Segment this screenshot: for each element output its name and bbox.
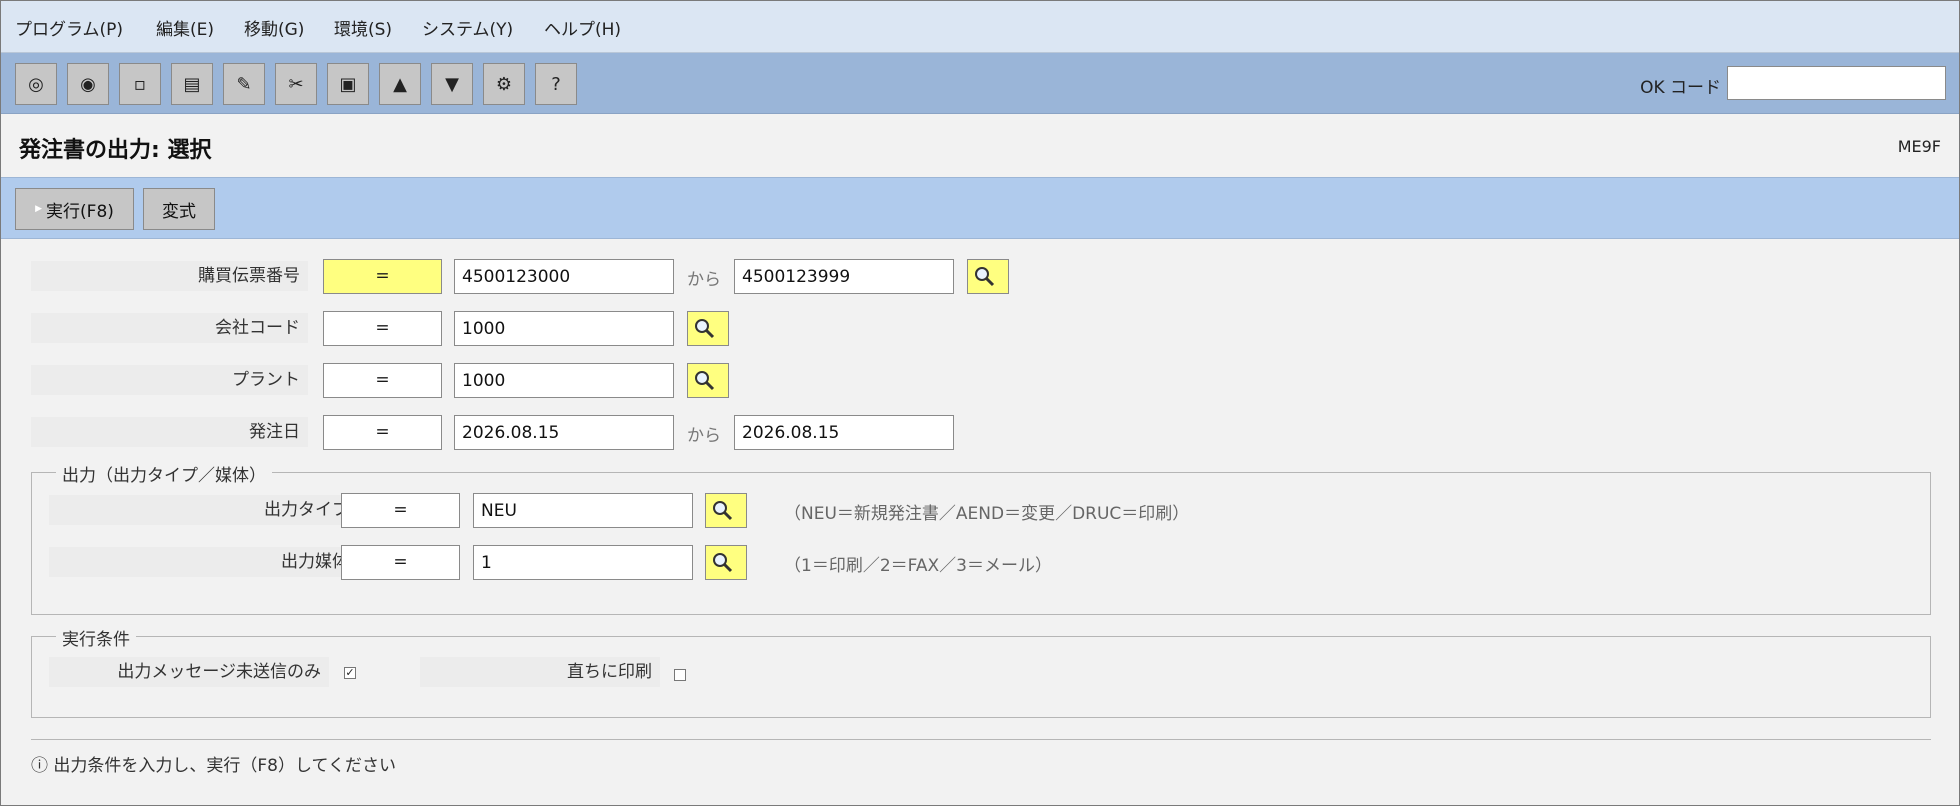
status-bar: ⓘ 出力条件を入力し、実行（F8）してください: [31, 751, 396, 776]
output-type-label: 出力タイプ: [49, 495, 357, 525]
plant-label: プラント: [31, 365, 308, 395]
edit-icon[interactable]: ✎: [223, 63, 265, 105]
cut-icon[interactable]: ✂: [275, 63, 317, 105]
print-immediately-label: 直ちに印刷: [420, 657, 660, 687]
menu-system[interactable]: システム(Y): [422, 15, 513, 40]
output-group: 出力（出力タイプ／媒体） 出力タイプ = （NEU＝新規発注書／AEND＝変更／…: [31, 461, 1931, 615]
sap-window: プログラム(P) 編集(E) 移動(G) 環境(S) システム(Y) ヘルプ(H…: [0, 0, 1960, 806]
page-title: 発注書の出力: 選択: [19, 138, 212, 163]
output-type-hint: （NEU＝新規発注書／AEND＝変更／DRUC＝印刷）: [784, 504, 1190, 524]
output-type-search-icon[interactable]: [705, 493, 747, 528]
order-date-label: 発注日: [31, 417, 308, 447]
menu-settings[interactable]: 環境(S): [334, 15, 392, 40]
order-date-operator[interactable]: =: [323, 415, 442, 450]
plant-search-icon[interactable]: [687, 363, 729, 398]
output-medium-label: 出力媒体: [49, 547, 357, 577]
menu-program[interactable]: プログラム(P): [15, 15, 123, 40]
plant-operator[interactable]: =: [323, 363, 442, 398]
application-toolbar: ▶ 実行(F8) 変式: [1, 177, 1959, 239]
output-type-operator[interactable]: =: [341, 493, 460, 528]
page-up-icon[interactable]: ▲: [379, 63, 421, 105]
ok-code-input[interactable]: [1727, 66, 1946, 100]
output-type-input[interactable]: [473, 493, 693, 528]
company-code-search-icon[interactable]: [687, 311, 729, 346]
po-number-operator[interactable]: =: [323, 259, 442, 294]
output-medium-search-icon[interactable]: [705, 545, 747, 580]
menu-goto[interactable]: 移動(G): [244, 15, 304, 40]
order-date-to-input[interactable]: [734, 415, 954, 450]
po-number-label: 購買伝票番号: [31, 261, 308, 291]
menu-help[interactable]: ヘルプ(H): [544, 15, 621, 40]
company-code-label: 会社コード: [31, 313, 308, 343]
enter-icon[interactable]: ◎: [15, 63, 57, 105]
settings-icon[interactable]: ⚙: [483, 63, 525, 105]
company-code-operator[interactable]: =: [323, 311, 442, 346]
back-icon[interactable]: ▫: [119, 63, 161, 105]
transaction-code: ME9F: [1897, 137, 1941, 156]
po-number-from-input[interactable]: [454, 259, 674, 294]
standard-toolbar: ◎ ◉ ▫ ▤ ✎ ✂ ▣ ▲ ▼ ⚙ ? OK コード: [1, 53, 1959, 114]
help-icon[interactable]: ?: [535, 63, 577, 105]
execute-icon: ▶: [35, 204, 43, 214]
po-number-to-label: から: [687, 270, 721, 290]
execute-button[interactable]: ▶ 実行(F8): [15, 188, 134, 230]
title-bar: 発注書の出力: 選択 ME9F: [1, 114, 1959, 177]
order-date-from-input[interactable]: [454, 415, 674, 450]
output-medium-hint: （1＝印刷／2＝FAX／3＝メール）: [784, 556, 1052, 576]
ok-code-label: OK コード: [1640, 78, 1721, 98]
status-message: 出力条件を入力し、実行（F8）してください: [53, 756, 396, 776]
exec-conditions-title: 実行条件: [56, 625, 136, 650]
new-session-icon[interactable]: ▣: [327, 63, 369, 105]
print-immediately-checkbox[interactable]: [674, 669, 686, 681]
variant-button[interactable]: 変式: [143, 188, 215, 230]
output-medium-input[interactable]: [473, 545, 693, 580]
output-medium-operator[interactable]: =: [341, 545, 460, 580]
po-number-search-icon[interactable]: [967, 259, 1009, 294]
exec-conditions-group: 実行条件 出力メッセージ未送信のみ ✓ 直ちに印刷: [31, 625, 1931, 718]
unsent-only-label: 出力メッセージ未送信のみ: [49, 657, 329, 687]
exit-icon[interactable]: ▤: [171, 63, 213, 105]
menu-edit[interactable]: 編集(E): [156, 15, 214, 40]
execute-label: 実行(F8): [46, 201, 114, 222]
output-group-title: 出力（出力タイプ／媒体）: [56, 461, 272, 486]
po-number-to-input[interactable]: [734, 259, 954, 294]
plant-input[interactable]: [454, 363, 674, 398]
info-icon: ⓘ: [31, 756, 48, 776]
order-date-to-label: から: [687, 426, 721, 446]
company-code-input[interactable]: [454, 311, 674, 346]
status-divider: [31, 739, 1931, 740]
unsent-only-checkbox[interactable]: ✓: [344, 667, 356, 679]
menu-bar: プログラム(P) 編集(E) 移動(G) 環境(S) システム(Y) ヘルプ(H…: [1, 1, 1959, 53]
page-down-icon[interactable]: ▼: [431, 63, 473, 105]
save-icon[interactable]: ◉: [67, 63, 109, 105]
